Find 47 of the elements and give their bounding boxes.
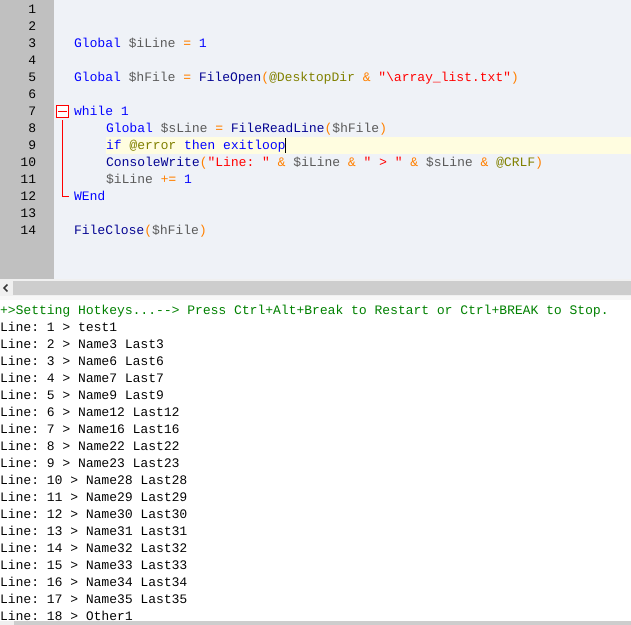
- line-number: 9: [27, 137, 36, 154]
- console-line: Line: 2 > Name3 Last3: [0, 336, 164, 353]
- code-line: while 1: [74, 103, 130, 120]
- code-editor[interactable]: [0, 0, 631, 279]
- console-line: Line: 5 > Name9 Last9: [0, 387, 164, 404]
- console-line: Line: 13 > Name31 Last31: [0, 523, 188, 540]
- console-line: Line: 18 > Other1: [0, 608, 133, 621]
- code-line: Global $hFile = FileOpen(@DesktopDir & "\array_list.txt"): [74, 69, 520, 86]
- console-line: Line: 9 > Name23 Last23: [0, 455, 180, 472]
- line-number: 10: [19, 154, 36, 171]
- code-line: Global $iLine = 1: [74, 35, 208, 52]
- code-line: Global $sLine = FileReadLine($hFile): [106, 120, 388, 137]
- text-cursor: [285, 138, 286, 154]
- code-line: WEnd: [74, 188, 106, 205]
- line-number: 13: [19, 205, 36, 222]
- line-number: 7: [27, 103, 36, 120]
- line-number: 8: [27, 120, 36, 137]
- console-line: Line: 8 > Name22 Last22: [0, 438, 180, 455]
- line-number: 3: [27, 35, 36, 52]
- console-line: Line: 3 > Name6 Last6: [0, 353, 164, 370]
- code-line: $iLine += 1: [106, 171, 193, 188]
- horizontal-scrollbar[interactable]: [0, 279, 631, 296]
- line-number: 6: [27, 86, 36, 103]
- scroll-left-icon[interactable]: [1, 282, 11, 292]
- code-line: FileClose($hFile): [74, 222, 208, 239]
- line-number: 14: [19, 222, 36, 239]
- console-line: Line: 7 > Name16 Last16: [0, 421, 180, 438]
- console-line: Line: 17 > Name35 Last35: [0, 591, 188, 608]
- console-line: Line: 14 > Name32 Last32: [0, 540, 188, 557]
- collapse-icon[interactable]: [56, 105, 69, 118]
- line-number: 1: [27, 1, 36, 18]
- console-line: Line: 4 > Name7 Last7: [0, 370, 164, 387]
- console-line: Line: 16 > Name34 Last34: [0, 574, 188, 591]
- code-line: ConsoleWrite("Line: " & $iLine & " > " & $sLine & @CRLF): [106, 154, 544, 171]
- console-line: Line: 6 > Name12 Last12: [0, 404, 180, 421]
- console-line: Line: 11 > Name29 Last29: [0, 489, 188, 506]
- line-number: 12: [19, 188, 36, 205]
- line-number: 11: [19, 171, 36, 188]
- scrollbar-thumb[interactable]: [13, 280, 631, 294]
- line-number: 2: [27, 18, 36, 35]
- line-number: 5: [27, 69, 36, 86]
- console-line: Line: 1 > test1: [0, 319, 118, 336]
- console-line: Line: 15 > Name33 Last33: [0, 557, 188, 574]
- console-line: Line: 12 > Name30 Last30: [0, 506, 188, 523]
- console-line: Line: 10 > Name28 Last28: [0, 472, 188, 489]
- console-info-line: +>Setting Hotkeys...--> Press Ctrl+Alt+Break to Restart or Ctrl+BREAK to Stop.: [0, 302, 608, 319]
- line-number: 4: [27, 52, 36, 69]
